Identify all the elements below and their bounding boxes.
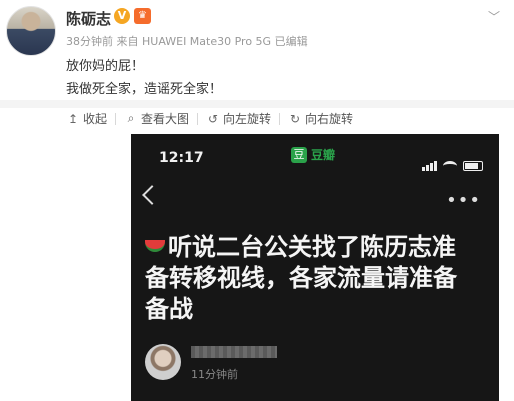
rotate-left-icon: ↺ xyxy=(208,111,219,126)
rotate-right-label: 向右旋转 xyxy=(305,112,354,126)
rotate-left-label: 向左旋转 xyxy=(223,112,272,126)
toolbar-separator xyxy=(279,113,281,125)
verified-badge: V xyxy=(114,8,130,24)
watermelon-icon xyxy=(145,240,165,252)
up-arrow-icon: ↥ xyxy=(67,111,79,126)
divider xyxy=(0,100,514,108)
chevron-down-icon[interactable]: ﹀ xyxy=(488,8,500,25)
signal-icon xyxy=(422,152,438,171)
back-icon xyxy=(142,185,162,205)
wifi-icon xyxy=(443,161,457,171)
view-large-button[interactable]: ⌕ 查看大图 xyxy=(124,110,189,127)
douban-name: 豆瓣 xyxy=(311,148,336,162)
post-text-line-1: 放你妈的屁！ xyxy=(66,59,145,74)
rotate-right-button[interactable]: ↻ 向右旋转 xyxy=(288,110,353,127)
douban-logo: 豆 豆瓣 xyxy=(291,146,335,163)
battery-icon xyxy=(463,161,483,171)
image-toolbar: ↥ 收起 ⌕ 查看大图 ↺ 向左旋转 ↻ 向右旋转 xyxy=(66,110,353,127)
author-avatar[interactable] xyxy=(6,6,56,56)
headline-line-3: 备战 xyxy=(145,295,193,323)
post-text-line-2: 我做死全家，造谣死全家！ xyxy=(66,82,223,97)
view-large-label: 查看大图 xyxy=(141,112,190,126)
collapse-label: 收起 xyxy=(83,112,108,126)
phone-time: 12:17 xyxy=(159,150,204,166)
phone-status-icons xyxy=(422,152,483,171)
attached-screenshot[interactable]: 12:17 豆 豆瓣 ••• 听说二台公关找了陈历志准 备转移视线，各家流量请准… xyxy=(131,134,499,401)
poster-time: 11分钟前 xyxy=(191,368,238,381)
member-badge: ♛ xyxy=(134,8,151,24)
toolbar-separator xyxy=(197,113,199,125)
magnifier-icon: ⌕ xyxy=(127,111,135,125)
post-meta: 38分钟前 来自 HUAWEI Mate30 Pro 5G 已编辑 xyxy=(66,35,308,48)
collapse-button[interactable]: ↥ 收起 xyxy=(66,110,107,127)
author-name[interactable]: 陈砺志 xyxy=(66,8,111,29)
poster-avatar xyxy=(145,344,181,380)
more-icon: ••• xyxy=(446,190,481,211)
headline-line-2: 备转移视线，各家流量请准备 xyxy=(145,264,457,292)
douban-icon: 豆 xyxy=(291,146,307,163)
toolbar-separator xyxy=(115,113,117,125)
rotate-right-icon: ↻ xyxy=(290,111,301,126)
poster-name-redacted xyxy=(191,346,277,358)
douban-headline: 听说二台公关找了陈历志准 备转移视线，各家流量请准备 备战 xyxy=(145,232,490,325)
rotate-left-button[interactable]: ↺ 向左旋转 xyxy=(206,110,271,127)
headline-line-1: 听说二台公关找了陈历志准 xyxy=(168,233,456,261)
